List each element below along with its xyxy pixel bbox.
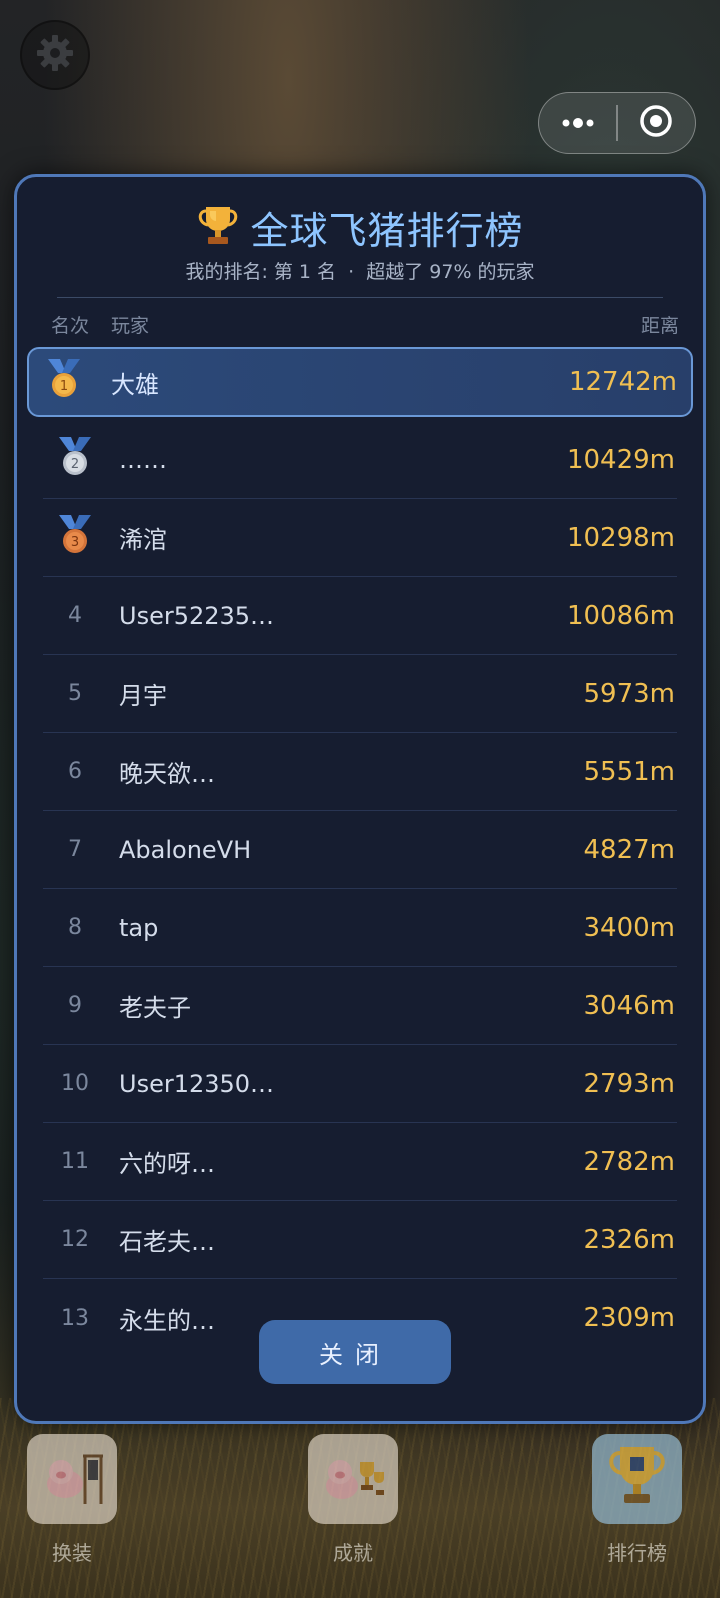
pig-trophies-icon (318, 1442, 388, 1516)
player-name: …… (119, 445, 167, 474)
player-distance: 2782m (583, 1146, 676, 1177)
gear-icon (35, 33, 75, 77)
leaderboard-row-current-user: 1 大雄 12742m (27, 347, 693, 417)
leaderboard-row: 3 浠涫 10298m (43, 499, 677, 577)
player-distance: 2309m (583, 1303, 676, 1333)
tab-outfit-label: 换装 (52, 1541, 92, 1565)
leaderboard-row: 9 老夫子 3046m (43, 967, 677, 1045)
rank-cell: 1 (29, 357, 99, 407)
column-header-rank: 名次 (51, 314, 90, 337)
rank-cell: 2 (43, 435, 107, 485)
player-name: 大雄 (111, 370, 159, 399)
player-name: AbaloneVH (119, 835, 252, 864)
tab-leaderboard[interactable] (592, 1434, 682, 1524)
trophy-cup-icon (602, 1439, 672, 1519)
column-headers: 名次 玩家 距离 (51, 307, 679, 341)
tab-leaderboard-label: 排行榜 (607, 1541, 667, 1565)
settings-button[interactable] (20, 20, 90, 90)
rank-number: 12 (61, 1227, 89, 1252)
leaderboard-row: 6 晚天欲… 5551m (43, 733, 677, 811)
leaderboard-header: 全球飞猪排行榜 (17, 201, 703, 253)
player-name: 浠涫 (119, 526, 167, 554)
player-name: 晚天欲… (119, 760, 215, 788)
player-distance: 10298m (566, 522, 675, 553)
bronze-medal-icon: 3 (55, 513, 95, 563)
svg-text:1: 1 (60, 379, 68, 394)
player-name: tap (119, 913, 159, 942)
leaderboard-panel: 全球飞猪排行榜 我的排名: 第 1 名 · 超越了 97% 的玩家 名次 玩家 … (14, 174, 706, 1424)
leaderboard-row: 8 tap 3400m (43, 889, 677, 967)
player-distance: 3400m (583, 912, 676, 943)
player-distance: 12742m (568, 367, 677, 397)
header-divider (57, 297, 663, 298)
player-distance: 4827m (583, 834, 676, 865)
tab-achievements[interactable] (308, 1434, 398, 1524)
player-name: 老夫子 (119, 994, 191, 1022)
leaderboard-title: 全球飞猪排行榜 (250, 208, 524, 253)
leaderboard-row: 2 …… 10429m (43, 421, 677, 499)
svg-text:2: 2 (71, 457, 79, 472)
rank-number: 10 (61, 1071, 89, 1096)
my-rank-summary: 我的排名: 第 1 名 · 超越了 97% 的玩家 (185, 261, 535, 283)
rank-number: 6 (68, 759, 82, 784)
close-button[interactable]: 关闭 (259, 1320, 451, 1384)
player-name: 六的呀… (119, 1150, 215, 1178)
player-distance: 5551m (583, 756, 676, 787)
tab-outfit[interactable] (27, 1434, 117, 1524)
column-header-distance: 距离 (640, 314, 679, 337)
player-distance: 10429m (566, 444, 675, 475)
column-header-player: 玩家 (111, 314, 150, 337)
rank-number: 13 (61, 1305, 89, 1331)
player-name: 石老夫… (119, 1228, 215, 1256)
tab-achievements-label: 成就 (333, 1541, 373, 1565)
rank-number: 11 (61, 1149, 89, 1174)
leaderboard-row: 11 六的呀… 2782m (43, 1123, 677, 1201)
rank-cell: 3 (43, 513, 107, 563)
leaderboard-row: 4 User52235… 10086m (43, 577, 677, 655)
pig-wardrobe-icon (37, 1442, 107, 1516)
leaderboard-row: 5 月宇 5973m (43, 655, 677, 733)
player-distance: 2326m (583, 1224, 676, 1255)
player-distance: 2793m (583, 1068, 676, 1099)
leaderboard-list[interactable]: 1 大雄 12742m 2 …… 10 429m 3 浠涫 10298m 4 Us… (17, 347, 703, 1357)
mini-program-capsule (538, 92, 696, 154)
svg-text:3: 3 (71, 535, 79, 550)
player-distance: 3046m (583, 990, 676, 1021)
player-name: User52235… (119, 601, 275, 630)
trophy-icon (196, 203, 240, 251)
rank-number: 9 (68, 993, 82, 1018)
target-circle-icon (638, 103, 674, 143)
player-distance: 5973m (583, 678, 676, 709)
rank-number: 7 (68, 837, 82, 862)
player-name: 月宇 (119, 682, 167, 710)
player-distance: 10086m (566, 600, 675, 631)
more-button[interactable] (539, 93, 616, 153)
rank-number: 8 (68, 915, 82, 940)
more-dots-icon (560, 114, 596, 133)
exit-button[interactable] (618, 93, 695, 153)
rank-number: 5 (68, 681, 82, 706)
gold-medal-icon: 1 (44, 357, 84, 407)
leaderboard-row: 7 AbaloneVH 4827m (43, 811, 677, 889)
leaderboard-row: 10 User12350… 2793m (43, 1045, 677, 1123)
player-name: User12350… (119, 1069, 275, 1098)
leaderboard-row: 12 石老夫… 2326m (43, 1201, 677, 1279)
silver-medal-icon: 2 (55, 435, 95, 485)
rank-number: 4 (68, 603, 82, 628)
